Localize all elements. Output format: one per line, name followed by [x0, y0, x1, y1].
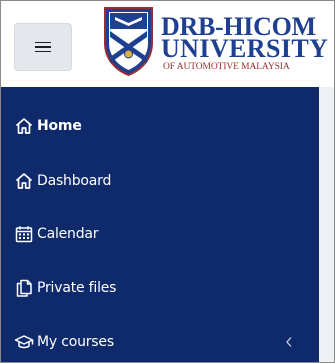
- sidebar-item-label: Calendar: [37, 226, 99, 242]
- logo-title-line: UNIVERSITY: [161, 34, 329, 63]
- calendar-icon: [14, 224, 34, 244]
- sidebar-item-label: My courses: [37, 334, 114, 350]
- logo-subtitle: OF AUTOMOTIVE MALAYSIA: [163, 62, 290, 72]
- graduation-cap-icon: [14, 332, 34, 352]
- home-icon: [14, 116, 34, 136]
- sidebar-item-label: Home: [37, 118, 82, 134]
- sidebar-item-dashboard[interactable]: Dashboard: [0, 161, 318, 201]
- sidebar-item-label: Dashboard: [37, 173, 112, 189]
- sidebar-item-my-courses[interactable]: My courses: [0, 322, 318, 362]
- sidebar-item-label: Private files: [37, 280, 117, 296]
- hamburger-icon: [35, 41, 51, 53]
- menu-toggle-button[interactable]: [14, 23, 72, 71]
- sidebar-item-calendar[interactable]: Calendar: [0, 214, 318, 254]
- files-icon: [14, 278, 34, 298]
- crest-icon: [104, 7, 153, 77]
- chevron-left-icon[interactable]: [282, 334, 296, 350]
- page-content-edge: [319, 87, 334, 362]
- university-logo[interactable]: DRB-HICOM UNIVERSITY OF AUTOMOTIVE MALAY…: [101, 5, 335, 85]
- sidebar-item-private-files[interactable]: Private files: [0, 268, 318, 308]
- site-header: DRB-HICOM UNIVERSITY OF AUTOMOTIVE MALAY…: [1, 1, 334, 87]
- home-icon: [14, 171, 34, 191]
- sidebar-item-home[interactable]: Home: [0, 106, 318, 146]
